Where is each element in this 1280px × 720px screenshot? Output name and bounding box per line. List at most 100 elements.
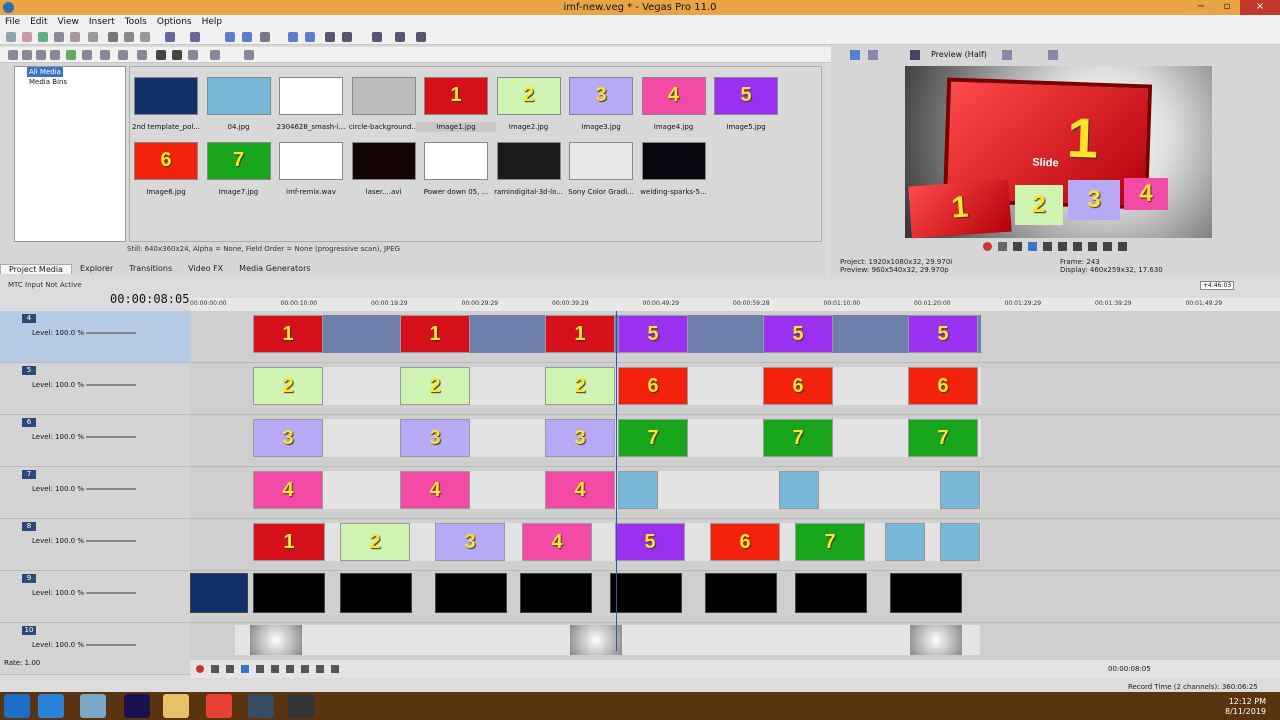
timeline-event[interactable]: 7 <box>795 523 865 561</box>
timeline-event[interactable]: 1 <box>253 315 323 353</box>
track-header[interactable]: 10 Level: 100.0 % <box>0 623 190 675</box>
timeline-event[interactable] <box>253 573 325 613</box>
track-header[interactable]: 8 Level: 100.0 % <box>0 519 190 571</box>
auto-ripple-icon[interactable] <box>305 32 315 42</box>
tab-video-fx[interactable]: Video FX <box>180 264 231 273</box>
media-fx-icon[interactable] <box>66 50 76 60</box>
timeline-event[interactable]: 6 <box>763 367 833 405</box>
track-lane[interactable]: 2 2 2 6 6 6 <box>190 363 1280 415</box>
track-lane[interactable]: 1 2 3 4 5 6 7 <box>190 519 1280 571</box>
timeline-event[interactable]: 4 <box>400 471 470 509</box>
timeline-event[interactable]: 2 <box>340 523 410 561</box>
go-to-end-icon[interactable] <box>301 665 309 673</box>
tab-explorer[interactable]: Explorer <box>72 264 121 273</box>
timeline-event[interactable]: 1 <box>545 315 615 353</box>
import-media-icon[interactable] <box>8 50 18 60</box>
track-level-slider[interactable] <box>86 332 136 334</box>
get-media-icon[interactable] <box>36 50 46 60</box>
timeline-event[interactable] <box>570 625 622 655</box>
overlays-icon[interactable] <box>1002 50 1012 60</box>
normal-edit-tool-icon[interactable] <box>225 32 235 42</box>
vegas-pro-icon[interactable] <box>248 694 274 718</box>
maximize-button[interactable]: ▫ <box>1214 0 1240 15</box>
auto-preview-icon[interactable] <box>118 50 128 60</box>
media-thumbnail[interactable]: 3 Image3.jpg <box>569 77 633 131</box>
timeline-event[interactable]: 6 <box>618 367 688 405</box>
track-lane[interactable]: 3 3 3 7 7 7 <box>190 415 1280 467</box>
cut-icon[interactable] <box>108 32 118 42</box>
timeline-event[interactable] <box>940 523 980 561</box>
timeline-event[interactable]: 4 <box>522 523 592 561</box>
menu-help[interactable]: Help <box>197 17 228 27</box>
timeline-event[interactable]: 7 <box>908 419 978 457</box>
menu-view[interactable]: View <box>53 17 84 27</box>
properties-icon[interactable] <box>54 32 64 42</box>
menu-tools[interactable]: Tools <box>120 17 152 27</box>
loop-icon[interactable] <box>998 242 1007 251</box>
media-tags-icon[interactable] <box>137 50 147 60</box>
media-thumbnail[interactable]: Sony Color Gradi... <box>568 142 634 196</box>
timeline-event[interactable]: 4 <box>545 471 615 509</box>
crossfade-icon[interactable] <box>325 32 335 42</box>
windows-start-icon[interactable] <box>4 694 30 718</box>
views-icon[interactable] <box>210 50 220 60</box>
file-manager-icon[interactable] <box>80 694 106 718</box>
timeline-event[interactable] <box>885 523 925 561</box>
internet-explorer-icon[interactable] <box>38 694 64 718</box>
redo-icon[interactable] <box>190 32 200 42</box>
remove-media-icon[interactable] <box>50 50 60 60</box>
go-to-start-icon[interactable] <box>1073 242 1082 251</box>
timeline-event[interactable]: 7 <box>618 419 688 457</box>
pause-icon[interactable] <box>1043 242 1052 251</box>
timeline-event[interactable] <box>795 573 867 613</box>
after-effects-icon[interactable] <box>124 694 150 718</box>
loop-playback-icon[interactable] <box>211 665 219 673</box>
timeline-event[interactable] <box>618 471 658 509</box>
stop-icon[interactable] <box>172 50 182 60</box>
track-header[interactable]: 7 Level: 100.0 % <box>0 467 190 519</box>
track-lane[interactable]: 4 4 4 <box>190 467 1280 519</box>
media-thumbnail[interactable]: 1 Image1.jpg <box>416 77 496 132</box>
file-explorer-icon[interactable] <box>163 694 189 718</box>
next-frame-icon[interactable] <box>331 665 339 673</box>
timeline-event[interactable] <box>890 573 962 613</box>
preview-quality-dropdown[interactable]: Preview (Half) <box>931 50 987 59</box>
lock-envelopes-icon[interactable] <box>342 32 352 42</box>
track-header[interactable]: 9 Level: 100.0 % <box>0 571 190 623</box>
go-to-start-icon[interactable] <box>286 665 294 673</box>
project-properties-icon[interactable] <box>850 50 860 60</box>
menu-options[interactable]: Options <box>152 17 197 27</box>
what-is-this-icon[interactable] <box>395 32 405 42</box>
media-bins-node[interactable]: Media Bins <box>15 77 125 87</box>
open-icon[interactable] <box>22 32 32 42</box>
timeline-event[interactable]: 6 <box>908 367 978 405</box>
ignore-grouping-icon[interactable] <box>372 32 382 42</box>
media-thumbnail[interactable]: ramindigital-3d-lo... <box>494 142 563 196</box>
capture-icon[interactable] <box>22 50 32 60</box>
play-icon[interactable] <box>1028 242 1037 251</box>
media-thumbnail[interactable]: imf-remix.wav <box>279 142 343 196</box>
print-icon[interactable] <box>88 32 98 42</box>
track-lane[interactable]: 1 1 1 5 5 5 <box>190 311 1280 363</box>
previous-frame-icon[interactable] <box>316 665 324 673</box>
render-icon[interactable] <box>70 32 80 42</box>
media-thumbnail[interactable]: 2nd template_pol... <box>132 77 200 131</box>
timeline-event[interactable]: 7 <box>763 419 833 457</box>
media-thumbnail[interactable]: 5 Image5.jpg <box>714 77 778 131</box>
timeline-event[interactable] <box>779 471 819 509</box>
media-thumbnail[interactable]: 04.jpg <box>206 77 271 131</box>
track-level-slider[interactable] <box>86 488 136 490</box>
timeline-event[interactable]: 2 <box>400 367 470 405</box>
menu-file[interactable]: File <box>0 17 25 27</box>
timeline-event[interactable] <box>340 573 412 613</box>
stop-icon[interactable] <box>1058 242 1067 251</box>
stop-icon[interactable] <box>271 665 279 673</box>
previous-frame-icon[interactable] <box>1103 242 1112 251</box>
media-thumbnail[interactable]: 2304628_smash-i... <box>277 77 345 131</box>
help-icon[interactable] <box>416 32 426 42</box>
timeline-event[interactable] <box>435 573 507 613</box>
track-level-slider[interactable] <box>86 592 136 594</box>
tab-project-media[interactable]: Project Media <box>0 263 72 274</box>
minimize-button[interactable]: − <box>1188 0 1214 15</box>
timeline-event[interactable]: 3 <box>253 419 323 457</box>
